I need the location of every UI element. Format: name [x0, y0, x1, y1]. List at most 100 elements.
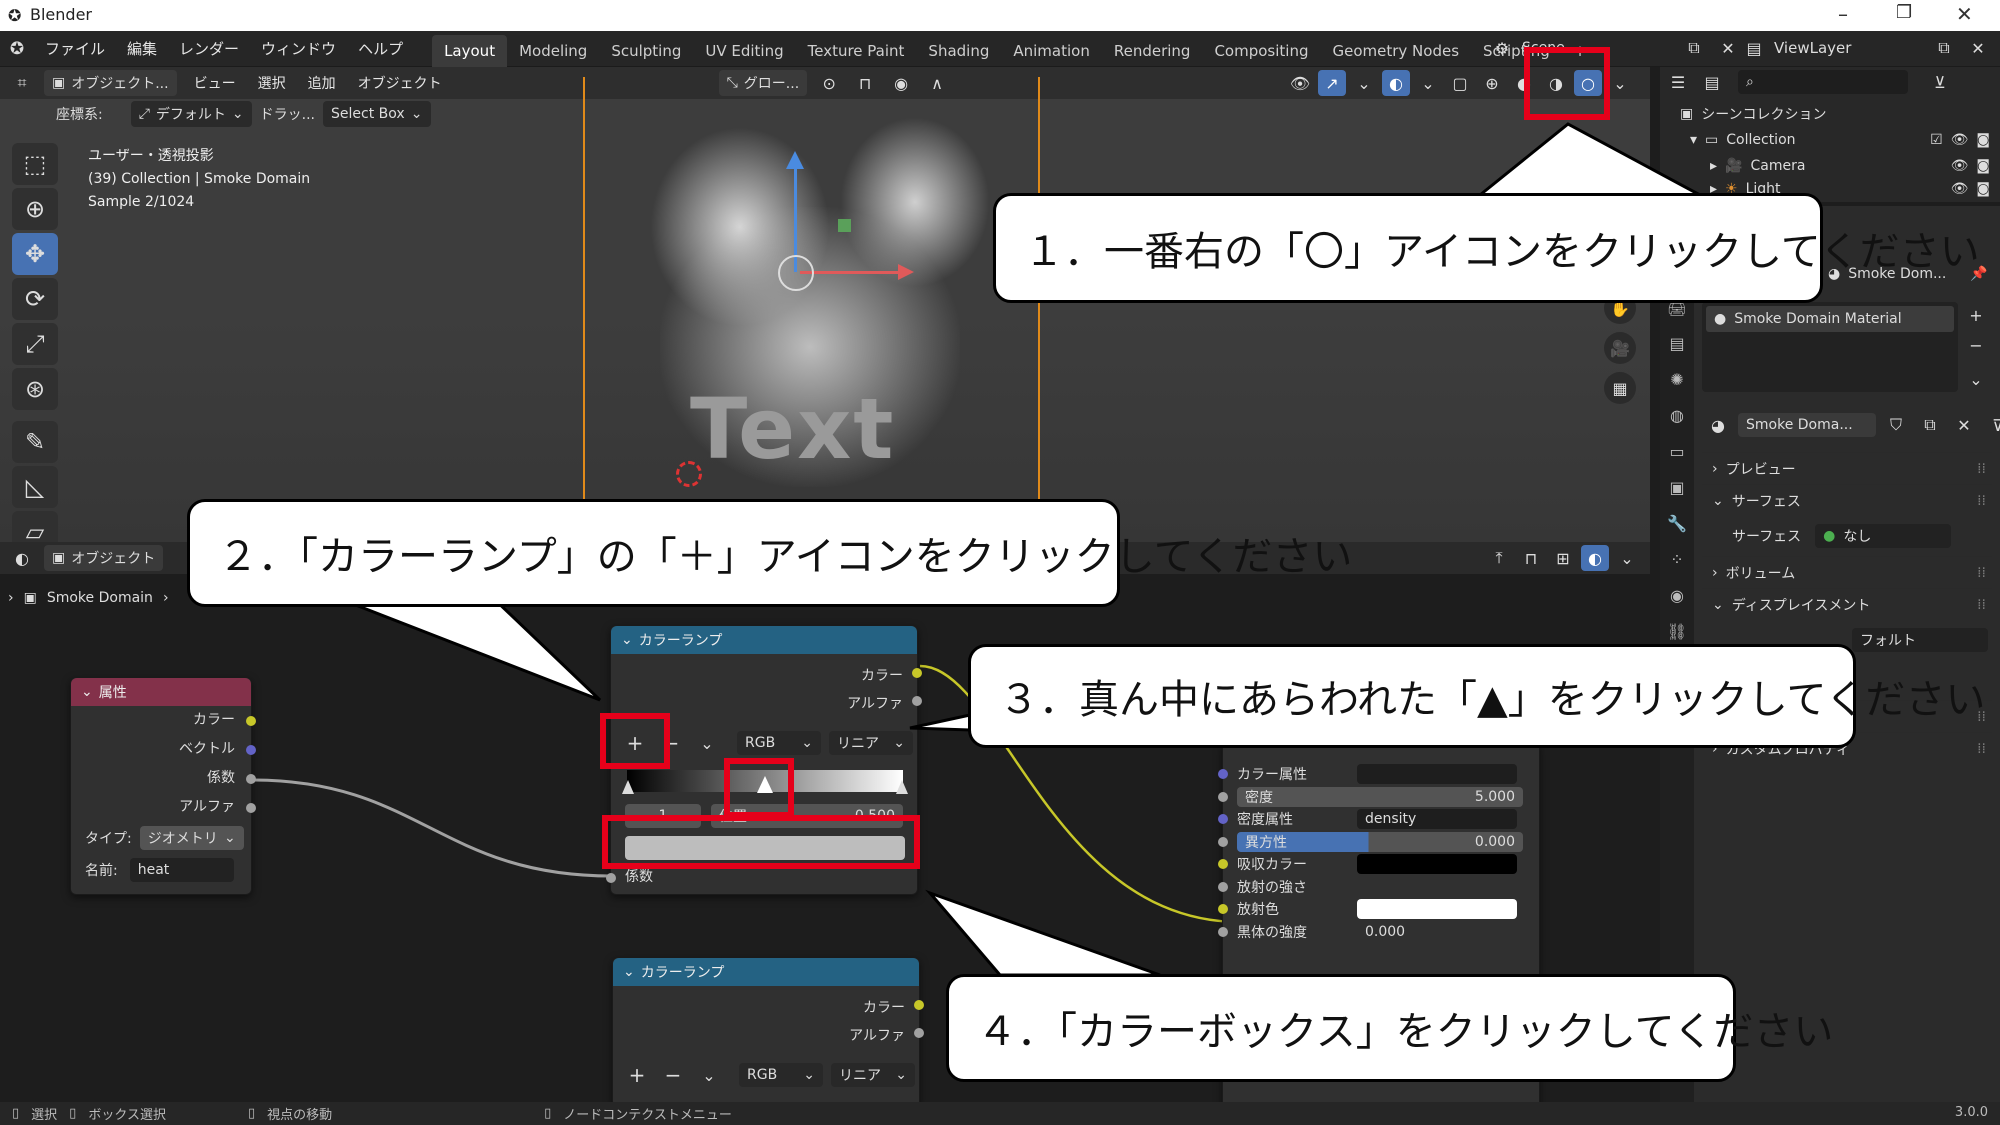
volume-value-field[interactable]: 異方性 0.000	[1237, 831, 1523, 852]
measure-tool-icon[interactable]: ◺	[12, 466, 58, 508]
drag-dropdown[interactable]: Select Box ⌄	[323, 101, 432, 127]
volume-value-field[interactable]	[1357, 899, 1517, 920]
input-factor-socket[interactable]	[606, 873, 616, 883]
ramp-menu-icon[interactable]: ⌄	[695, 1062, 723, 1088]
unlink-material-icon[interactable]: ✕	[1950, 412, 1978, 438]
gizmo-x-axis[interactable]	[800, 271, 900, 274]
drag-handle-icon[interactable]: ⁞⁞	[1977, 597, 1986, 613]
gizmo-dropdown-icon[interactable]: ⌄	[1350, 70, 1378, 96]
type-dropdown[interactable]: ジオメトリ ⌄	[139, 826, 244, 850]
select-box-tool-icon[interactable]: ⬚	[12, 143, 58, 185]
volume-value-field[interactable]: 密度 5.000	[1237, 786, 1523, 807]
interpolation-dropdown[interactable]: リニア ⌄	[831, 1063, 915, 1087]
volume-value-field[interactable]	[1357, 764, 1517, 785]
ramp-menu-icon[interactable]: ⌄	[693, 730, 721, 756]
tab-uv-editing[interactable]: UV Editing	[693, 35, 795, 67]
filter-mode-icon[interactable]: ▤	[1698, 69, 1726, 95]
output-color-socket[interactable]	[912, 668, 922, 678]
coord-dropdown[interactable]: ⤢ デフォルト ⌄	[130, 101, 252, 127]
scene-tab-icon[interactable]: ✺	[1670, 370, 1683, 394]
surface-value[interactable]: ● なし	[1815, 524, 1952, 548]
object-tab-icon[interactable]: ▣	[1669, 478, 1684, 502]
orientation-dropdown[interactable]: ⤡ グロー...	[718, 70, 808, 96]
volume-value-field[interactable]: 0.000	[1357, 922, 1517, 942]
eye-icon[interactable]: 👁	[1951, 158, 1969, 174]
blender-menu-icon[interactable]: ✪	[0, 39, 34, 59]
gizmo-z-arrow[interactable]	[786, 151, 804, 169]
volume-input-socket[interactable]	[1218, 881, 1228, 892]
color-ramp-header[interactable]: ⌄ カラーランプ	[613, 958, 919, 986]
add-stop-button[interactable]: +	[623, 1062, 651, 1088]
panel-1[interactable]: ⌄ サーフェス ⁞⁞	[1702, 484, 1992, 516]
viewport-menu-item[interactable]: 追加	[299, 67, 345, 99]
delete-viewlayer-icon[interactable]: ✕	[1964, 35, 1992, 61]
menu-item[interactable]: ヘルプ	[347, 31, 414, 67]
delete-scene-icon[interactable]: ✕	[1714, 35, 1742, 61]
menu-item[interactable]: ウィンドウ	[250, 31, 347, 67]
color-ramp-node-2[interactable]: ⌄ カラーランプ カラー アルファ + − ⌄ RGB ⌄ リニア ⌄	[612, 957, 924, 1102]
tab-rendering[interactable]: Rendering	[1102, 35, 1203, 67]
expand-icon[interactable]: ▾	[1690, 132, 1697, 148]
maximize-icon[interactable]: ❐	[1896, 2, 1912, 23]
filter-icon[interactable]: ⊻	[1926, 69, 1954, 95]
attribute-node-header[interactable]: ⌄ 属性	[71, 678, 251, 706]
displacement-method[interactable]: フォルト	[1852, 628, 1988, 652]
slot-menu-icon[interactable]: ⌄	[1962, 366, 1990, 392]
volume-row[interactable]: 放射色	[1218, 898, 1541, 921]
ortho-toggle-icon[interactable]: ▦	[1604, 372, 1636, 404]
rotate-tool-icon[interactable]: ⟳	[12, 278, 58, 320]
collapse-icon[interactable]: ⌄	[621, 632, 633, 648]
annotate-tool-icon[interactable]: ✎	[12, 421, 58, 463]
color-mode-dropdown[interactable]: RGB ⌄	[737, 731, 821, 755]
collection-tab-icon[interactable]: ▭	[1669, 442, 1684, 466]
mode-dropdown[interactable]: ▣ オブジェクト...	[44, 70, 177, 96]
tab-geometry-nodes[interactable]: Geometry Nodes	[1320, 35, 1471, 67]
wireframe-shading-icon[interactable]: ⊕	[1478, 70, 1506, 96]
new-viewlayer-icon[interactable]: ⧉	[1930, 35, 1958, 61]
browse-material-icon[interactable]: ◕	[1704, 412, 1732, 438]
outliner[interactable]: ☰ ▤ ⌕ ⊻ ▣ シーンコレクション ▾ ▭ Collection ☑ 👁 ◙ ▸ 🎥 Cam…	[1660, 67, 2000, 202]
output-alpha-socket[interactable]	[912, 696, 922, 706]
attr-output-socket[interactable]	[246, 774, 256, 784]
volume-input-socket[interactable]	[1218, 904, 1228, 914]
gizmo-x-arrow[interactable]	[898, 264, 914, 280]
pivot-icon[interactable]: ⊙	[815, 70, 843, 96]
output-color-socket[interactable]	[914, 1000, 924, 1010]
attribute-node[interactable]: ⌄ 属性 カラー ベクトル 係数 アルファ タイプ: ジオメトリ ⌄ 名前: heat	[70, 677, 256, 895]
gizmo-icon[interactable]: ↗	[1318, 70, 1346, 96]
outliner-item-camera[interactable]: Camera	[1750, 158, 1805, 174]
add-cube-tool-icon[interactable]: ▱	[12, 511, 58, 542]
proportional-edit-icon[interactable]: ◉	[887, 70, 915, 96]
tab-compositing[interactable]: Compositing	[1202, 35, 1320, 67]
falloff-icon[interactable]: ∧	[923, 70, 951, 96]
volume-row[interactable]: カラー属性	[1218, 763, 1541, 786]
panel-3[interactable]: ⌄ ディスプレイスメント ⁞⁞	[1702, 588, 1992, 620]
move-tool-icon[interactable]: ✥	[12, 233, 58, 275]
volume-value-field[interactable]: density	[1357, 809, 1517, 830]
camera-visibility-icon[interactable]: ◙	[1976, 181, 1990, 197]
editor-type-icon[interactable]: ⌗	[8, 70, 36, 96]
viewport-menu-item[interactable]: オブジェクト	[349, 67, 451, 99]
attr-output-socket[interactable]	[246, 803, 256, 813]
menu-item[interactable]: レンダー	[168, 31, 250, 67]
volume-row[interactable]: 黒体の強度 0.000	[1218, 921, 1541, 944]
color-mode-dropdown[interactable]: RGB ⌄	[739, 1063, 823, 1087]
transform-tool-icon[interactable]: ⊛	[12, 368, 58, 410]
remove-stop-button[interactable]: −	[659, 1062, 687, 1088]
drag-handle-icon[interactable]: ⁞⁞	[1977, 493, 1986, 509]
volume-row[interactable]: 密度 5.000	[1218, 786, 1541, 809]
collapse-icon[interactable]: ⌄	[623, 964, 635, 980]
viewlayer-name[interactable]: ViewLayer	[1774, 39, 1924, 57]
menu-item[interactable]: ファイル	[34, 31, 116, 67]
minimize-icon[interactable]: –	[1838, 2, 1848, 26]
view-layer-tab-icon[interactable]: ▤	[1669, 334, 1684, 358]
interpolation-dropdown[interactable]: リニア ⌄	[829, 731, 913, 755]
volume-input-socket[interactable]	[1218, 836, 1228, 847]
physics-tab-icon[interactable]: ◉	[1670, 586, 1684, 610]
viewlayer-icon[interactable]: ▤	[1740, 35, 1768, 61]
volume-row[interactable]: 密度属性 density	[1218, 808, 1541, 831]
checkbox-icon[interactable]: ☑	[1930, 132, 1943, 148]
panel-2[interactable]: › ボリューム ⁞⁞	[1702, 556, 1992, 588]
remove-slot-icon[interactable]: −	[1962, 332, 1990, 358]
volume-input-socket[interactable]	[1218, 859, 1228, 869]
